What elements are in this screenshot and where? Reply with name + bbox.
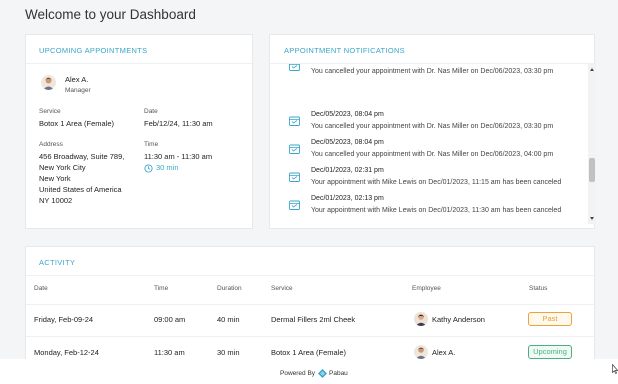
address-line: United States of America <box>39 185 122 194</box>
notification-message: You cancelled your appointment with Dr. … <box>311 68 554 75</box>
calendar-icon <box>289 64 300 71</box>
scrollbar-thumb[interactable] <box>589 158 595 182</box>
column-header-service[interactable]: Service <box>271 285 293 292</box>
date-label: Date <box>144 108 158 115</box>
notification-item: Dec/05/2023, 08:04 pm You cancelled your… <box>270 109 586 137</box>
row-date: Friday, Feb-09-24 <box>34 315 94 324</box>
column-header-date[interactable]: Date <box>34 285 48 292</box>
row-duration: 40 min <box>217 315 240 324</box>
notification-item: Dec/05/2023, 08:04 pm You cancelled your… <box>270 137 586 165</box>
avatar <box>414 345 428 359</box>
scrollbar[interactable] <box>588 64 596 224</box>
brand-name[interactable]: Pabau <box>329 370 348 377</box>
person-icon <box>415 347 427 359</box>
avatar <box>41 75 56 90</box>
time-label: Time <box>144 141 159 148</box>
notification-date: Dec/05/2023, 08:04 pm <box>311 139 384 146</box>
time-value: 11:30 am - 11:30 am <box>144 152 213 161</box>
column-header-status[interactable]: Status <box>529 285 547 292</box>
row-employee: Kathy Anderson <box>432 315 485 324</box>
pabau-logo-icon <box>318 369 327 378</box>
row-service: Botox 1 Area (Female) <box>271 348 347 357</box>
row-service: Dermal Fillers 2ml Cheek <box>271 315 356 324</box>
notification-item: Dec/01/2023, 02:13 pm Your appointment w… <box>270 193 586 220</box>
avatar <box>414 312 428 326</box>
column-header-duration[interactable]: Duration <box>217 285 242 292</box>
person-icon <box>43 77 54 90</box>
activity-card: ACTIVITY Date Time Duration Service Empl… <box>25 246 595 376</box>
divider <box>26 336 594 337</box>
divider <box>26 275 594 276</box>
notification-date: Dec/01/2023, 02:31 pm <box>311 167 384 174</box>
footer: Powered By Pabau <box>0 359 618 384</box>
address-line: 456 Broadway, Suite 789, <box>39 152 125 161</box>
scroll-up-icon[interactable] <box>590 68 594 71</box>
card-title: ACTIVITY <box>39 258 76 267</box>
page-title: Welcome to your Dashboard <box>25 7 196 22</box>
row-time: 11:30 am <box>154 348 185 357</box>
calendar-icon <box>289 116 300 126</box>
duration-value: 30 min <box>156 163 179 172</box>
service-label: Service <box>39 108 61 115</box>
row-employee: Alex A. <box>432 348 456 357</box>
calendar-icon <box>289 144 300 154</box>
notification-message: Your appointment with Mike Lewis on Dec/… <box>311 179 562 186</box>
row-date: Monday, Feb-12-24 <box>34 348 99 357</box>
table-row[interactable]: Friday, Feb-09-24 09:00 am 40 min Dermal… <box>26 305 596 335</box>
status-badge: Upcoming <box>528 345 572 359</box>
address-line: New York City <box>39 163 86 172</box>
divider <box>26 63 252 64</box>
clock-icon <box>144 164 153 173</box>
address-line: New York <box>39 174 71 183</box>
upcoming-appointments-card: UPCOMING APPOINTMENTS Alex A. Manager Se… <box>25 34 253 229</box>
notification-message: You cancelled your appointment with Dr. … <box>311 123 554 130</box>
user-role: Manager <box>65 87 91 94</box>
calendar-icon <box>289 200 300 210</box>
notification-date: Dec/05/2023, 08:04 pm <box>311 111 384 118</box>
notification-date: Dec/01/2023, 02:13 pm <box>311 195 384 202</box>
address-label: Address <box>39 141 63 148</box>
row-duration: 30 min <box>217 348 240 357</box>
date-value: Feb/12/24, 11:30 am <box>144 119 213 128</box>
notification-message: Your appointment with Mike Lewis on Dec/… <box>311 207 562 214</box>
cursor-icon <box>612 364 618 374</box>
status-badge: Past <box>528 312 572 326</box>
notification-item: You cancelled your appointment with Dr. … <box>270 64 586 82</box>
column-header-time[interactable]: Time <box>154 285 168 292</box>
row-time: 09:00 am <box>154 315 186 324</box>
card-title: UPCOMING APPOINTMENTS <box>39 46 148 55</box>
service-value: Botox 1 Area (Female) <box>39 119 115 128</box>
calendar-icon <box>289 172 300 182</box>
column-header-employee[interactable]: Employee <box>412 285 441 292</box>
address-line: NY 10002 <box>39 196 73 205</box>
appointment-notifications-card: APPOINTMENT NOTIFICATIONS You cancelled … <box>269 34 596 229</box>
scroll-down-icon[interactable] <box>590 217 594 220</box>
powered-by-text: Powered By <box>280 370 316 377</box>
user-name: Alex A. <box>65 75 89 84</box>
card-title: APPOINTMENT NOTIFICATIONS <box>284 46 405 55</box>
notification-message: You cancelled your appointment with Dr. … <box>311 151 554 158</box>
notification-item: Dec/01/2023, 02:31 pm Your appointment w… <box>270 165 586 193</box>
person-icon <box>415 314 427 326</box>
notification-list[interactable]: You cancelled your appointment with Dr. … <box>270 64 586 220</box>
